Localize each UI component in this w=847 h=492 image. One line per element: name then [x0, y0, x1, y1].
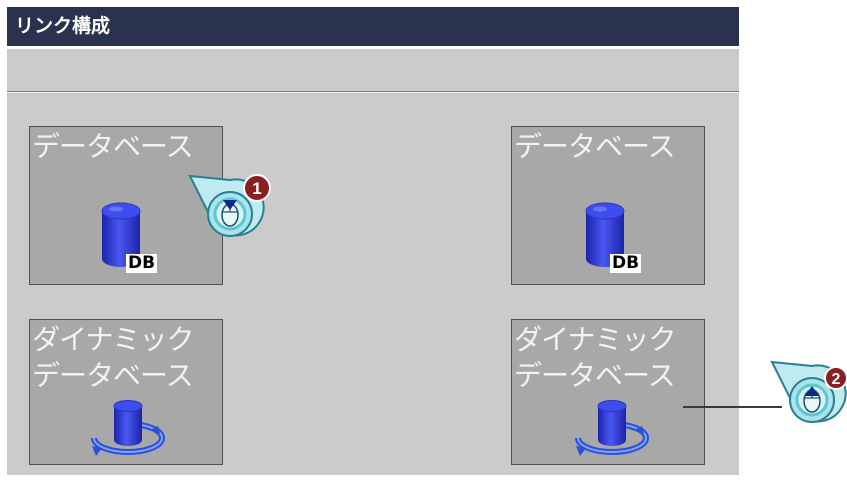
tile-label: ダイナミック データベース	[32, 323, 194, 392]
toolbar-divider-highlight	[7, 92, 739, 93]
callout-number: 2	[832, 371, 841, 388]
dynamic-database-icon	[575, 400, 649, 456]
callout-number: 1	[252, 179, 261, 198]
dynamic-database-tile-right[interactable]: ダイナミック データベース	[511, 319, 705, 465]
mouse-click-icon: 1	[188, 174, 271, 237]
db-badge: DB	[126, 253, 158, 273]
window-title: リンク構成	[7, 7, 739, 46]
dynamic-database-icon	[91, 400, 165, 456]
toolbar	[7, 49, 739, 91]
tile-label: データベース	[32, 130, 194, 163]
tile-label: データベース	[514, 130, 676, 163]
tile-label: ダイナミック データベース	[514, 323, 676, 392]
db-badge: DB	[610, 253, 642, 273]
dynamic-database-tile-left[interactable]: ダイナミック データベース	[29, 319, 223, 465]
mouse-click-icon: 2	[770, 360, 847, 423]
database-tile-right[interactable]: データベース DB	[511, 126, 705, 285]
